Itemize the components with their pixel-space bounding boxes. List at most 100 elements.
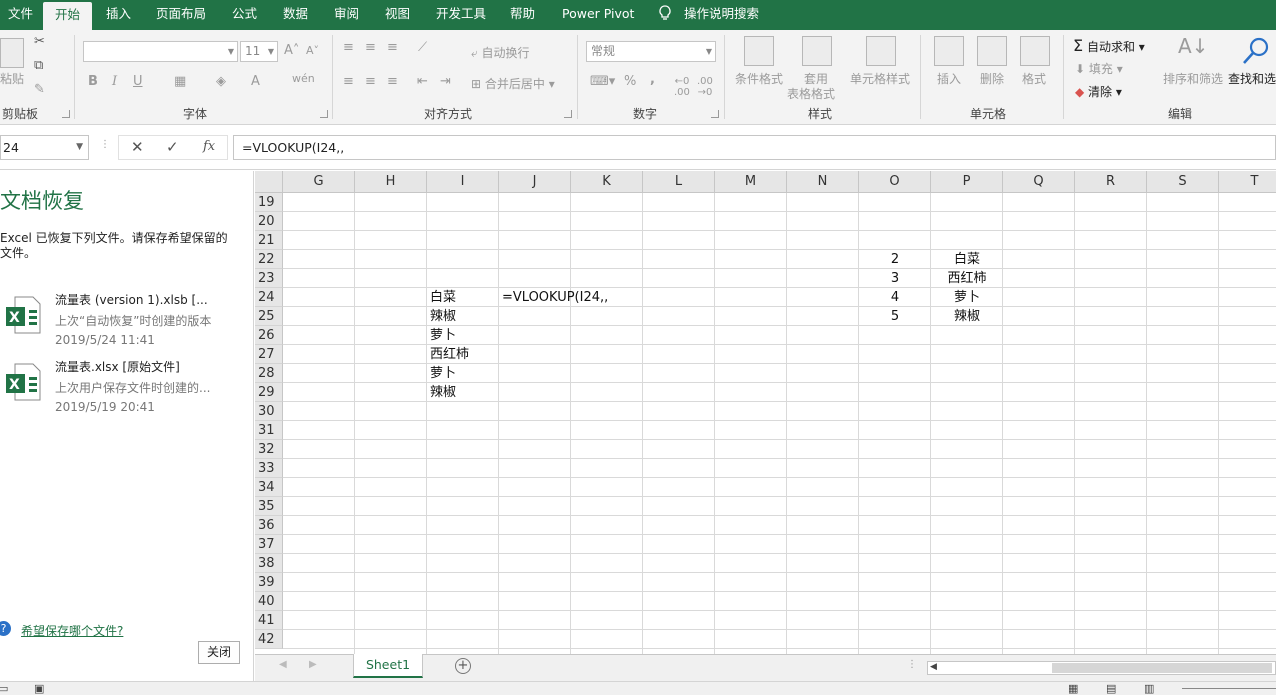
column-header-J[interactable]: J: [499, 171, 571, 193]
column-header-G[interactable]: G: [283, 171, 355, 193]
column-header-M[interactable]: M: [715, 171, 787, 193]
sort-filter-icon[interactable]: A↓: [1178, 34, 1208, 58]
align-left-icon[interactable]: ≡: [343, 74, 354, 89]
row-header-21[interactable]: 21: [255, 231, 283, 250]
conditional-formatting-button[interactable]: 条件格式: [735, 70, 783, 87]
select-all-corner[interactable]: [255, 171, 283, 193]
row-header-38[interactable]: 38: [255, 554, 283, 573]
cell-O25[interactable]: 5: [859, 307, 931, 326]
align-bottom-icon[interactable]: ≡: [387, 40, 398, 55]
tab-data[interactable]: 数据: [271, 0, 320, 30]
phonetic-icon[interactable]: wén: [292, 72, 315, 85]
tell-me-search[interactable]: 操作说明搜索: [654, 0, 771, 30]
row-header-27[interactable]: 27: [255, 345, 283, 364]
format-as-table-icon[interactable]: [802, 36, 832, 66]
orientation-icon[interactable]: ⟋: [418, 40, 427, 55]
align-right-icon[interactable]: ≡: [387, 74, 398, 89]
tab-view[interactable]: 视图: [373, 0, 422, 30]
row-header-28[interactable]: 28: [255, 364, 283, 383]
decrease-font-icon[interactable]: A˅: [306, 44, 319, 57]
search-icon[interactable]: [1240, 36, 1272, 66]
column-header-Q[interactable]: Q: [1003, 171, 1075, 193]
page-break-view-icon[interactable]: ▥: [1144, 682, 1154, 695]
row-header-22[interactable]: 22: [255, 250, 283, 269]
alignment-launcher-icon[interactable]: [564, 110, 572, 118]
increase-font-icon[interactable]: A˄: [284, 43, 299, 58]
page-layout-view-icon[interactable]: ▤: [1106, 682, 1116, 695]
merge-center-button[interactable]: ⊞ 合并后居中 ▾: [471, 75, 555, 92]
cell-styles-button[interactable]: 单元格样式: [850, 70, 910, 87]
cell-P23[interactable]: 西红柿: [931, 269, 1003, 288]
formula-bar-splitter-icon[interactable]: ⋮: [100, 139, 110, 150]
column-header-T[interactable]: T: [1219, 171, 1276, 193]
cell-I28[interactable]: 萝卜: [427, 364, 499, 383]
percent-button[interactable]: %: [624, 74, 636, 89]
row-header-33[interactable]: 33: [255, 459, 283, 478]
increase-decimal-icon[interactable]: ←0.00: [674, 76, 690, 98]
cell-O22[interactable]: 2: [859, 250, 931, 269]
tab-file[interactable]: 文件: [0, 0, 45, 30]
cell-P24[interactable]: 萝卜: [931, 288, 1003, 307]
cancel-icon[interactable]: ✕: [131, 138, 144, 156]
normal-view-icon[interactable]: ▦: [1068, 682, 1078, 695]
row-header-35[interactable]: 35: [255, 497, 283, 516]
row-header-41[interactable]: 41: [255, 611, 283, 630]
clipboard-launcher-icon[interactable]: [62, 110, 70, 118]
column-header-H[interactable]: H: [355, 171, 427, 193]
paste-button[interactable]: 粘贴: [0, 70, 24, 87]
close-button[interactable]: 关闭: [198, 641, 240, 664]
format-cells-icon[interactable]: [1020, 36, 1050, 66]
formula-input[interactable]: =VLOOKUP(I24,,: [233, 135, 1276, 160]
scroll-next-sheet-icon[interactable]: ▶: [309, 659, 317, 670]
row-header-32[interactable]: 32: [255, 440, 283, 459]
autosum-button[interactable]: Σ 自动求和 ▾: [1073, 36, 1145, 55]
tab-page-layout[interactable]: 页面布局: [144, 0, 218, 30]
clear-button[interactable]: ◆ 清除 ▾: [1075, 83, 1122, 100]
conditional-formatting-icon[interactable]: [744, 36, 774, 66]
tab-home[interactable]: 开始: [43, 2, 93, 30]
cell-I26[interactable]: 萝卜: [427, 326, 499, 345]
column-header-I[interactable]: I: [427, 171, 499, 193]
row-header-31[interactable]: 31: [255, 421, 283, 440]
row-header-19[interactable]: 19: [255, 193, 283, 212]
wrap-text-button[interactable]: ⤶ 自动换行: [471, 44, 530, 61]
cell-P25[interactable]: 辣椒: [931, 307, 1003, 326]
decrease-indent-icon[interactable]: ⇤: [417, 74, 428, 89]
fill-button[interactable]: ⬇ 填充 ▾: [1075, 60, 1123, 77]
row-header-42[interactable]: 42: [255, 630, 283, 649]
font-name-combo[interactable]: ▼: [83, 41, 238, 62]
row-header-24[interactable]: 24: [255, 288, 283, 307]
italic-button[interactable]: I: [112, 74, 117, 89]
cell-I25[interactable]: 辣椒: [427, 307, 499, 326]
zoom-slider[interactable]: [1182, 688, 1276, 689]
cell-I24[interactable]: 白菜: [427, 288, 499, 307]
recovered-file-item[interactable]: X 流量表 (version 1).xlsb [... 上次“自动恢复”时创建的…: [0, 291, 240, 353]
row-header-37[interactable]: 37: [255, 535, 283, 554]
recovered-file-item[interactable]: X 流量表.xlsx [原始文件] 上次用户保存文件时创建的... 2019/5…: [0, 358, 240, 420]
delete-cells-button[interactable]: 删除: [980, 70, 1004, 87]
comma-button[interactable]: ,: [650, 72, 655, 87]
horizontal-scrollbar[interactable]: ◀: [927, 661, 1276, 675]
align-center-icon[interactable]: ≡: [365, 74, 376, 89]
row-header-25[interactable]: 25: [255, 307, 283, 326]
row-header-20[interactable]: 20: [255, 212, 283, 231]
delete-cells-icon[interactable]: [977, 36, 1007, 66]
scroll-left-icon[interactable]: ◀: [930, 662, 937, 672]
find-select-button[interactable]: 查找和选: [1228, 70, 1276, 87]
name-box[interactable]: 24 ▼: [0, 135, 89, 160]
paste-icon[interactable]: [0, 38, 24, 68]
cell-J24[interactable]: =VLOOKUP(I24,,: [499, 288, 608, 307]
row-header-29[interactable]: 29: [255, 383, 283, 402]
cell-styles-icon[interactable]: [866, 36, 896, 66]
align-middle-icon[interactable]: ≡: [365, 40, 376, 55]
cell-O24[interactable]: 4: [859, 288, 931, 307]
increase-indent-icon[interactable]: ⇥: [440, 74, 451, 89]
insert-cells-icon[interactable]: [934, 36, 964, 66]
cell-P22[interactable]: 白菜: [931, 250, 1003, 269]
tab-insert[interactable]: 插入: [94, 0, 143, 30]
format-painter-icon[interactable]: ✎: [34, 82, 45, 97]
row-header-30[interactable]: 30: [255, 402, 283, 421]
row-header-36[interactable]: 36: [255, 516, 283, 535]
tab-review[interactable]: 审阅: [322, 0, 371, 30]
row-header-34[interactable]: 34: [255, 478, 283, 497]
